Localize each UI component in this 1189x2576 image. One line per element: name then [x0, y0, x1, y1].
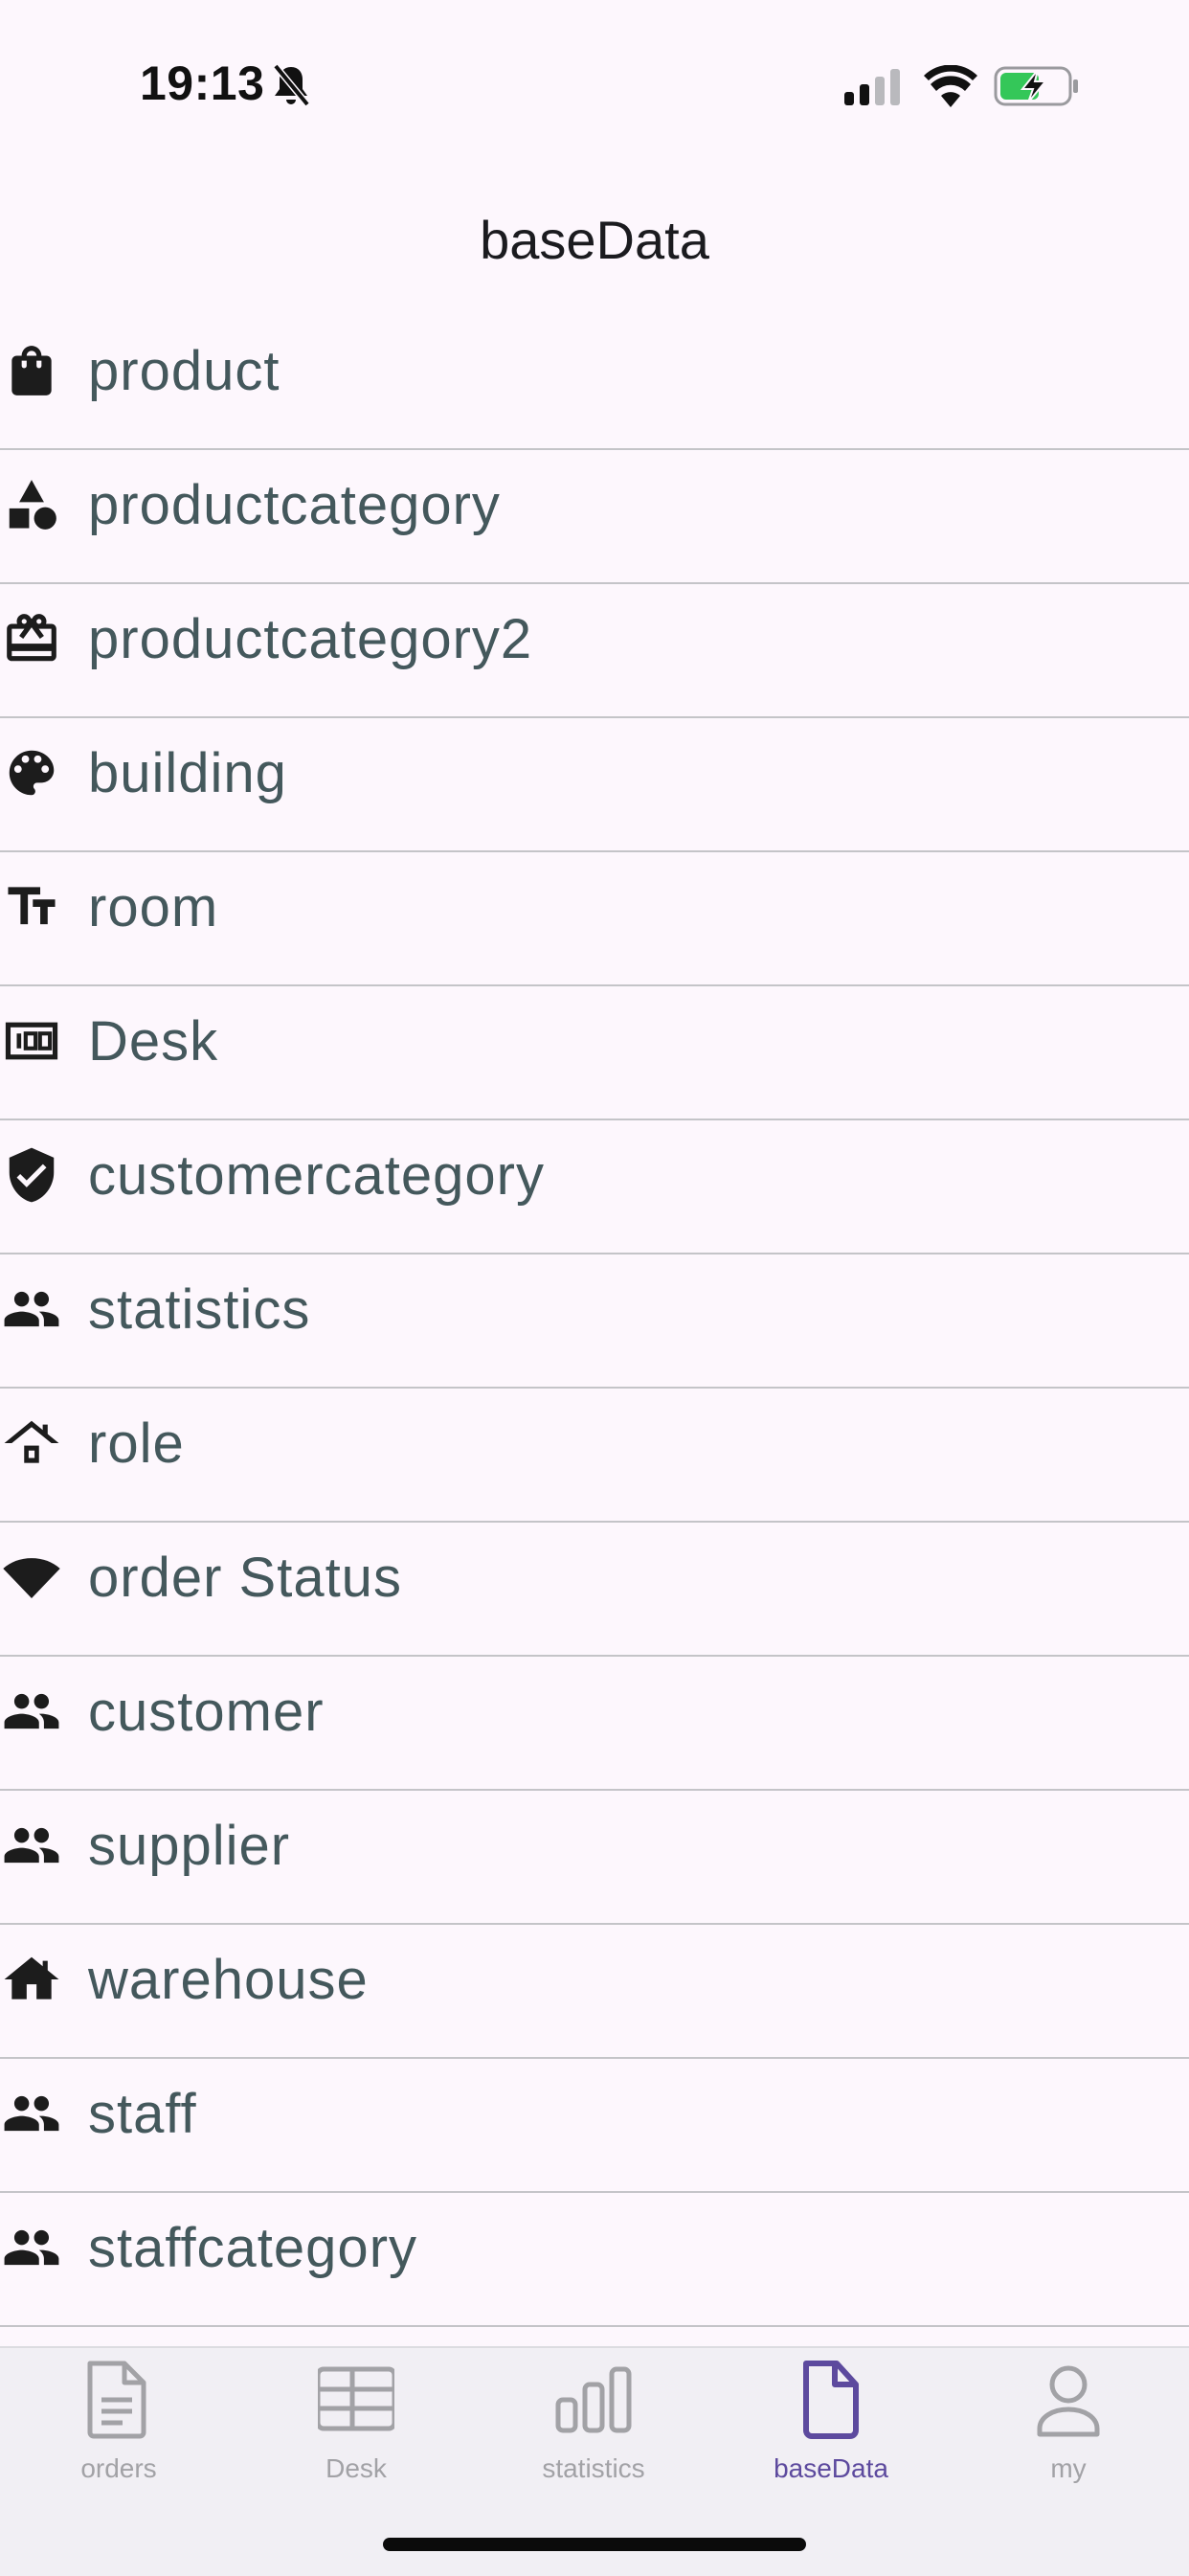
status-time: 19:13	[140, 56, 265, 110]
list-item-label: productcategory	[88, 474, 501, 536]
tab-basedata[interactable]: baseData	[712, 2348, 950, 2492]
battery-charging-icon	[994, 65, 1080, 107]
home-icon	[2, 1950, 61, 2009]
list-item-productcategory2[interactable]: productcategory2	[0, 584, 1189, 718]
list-item-label: supplier	[88, 1815, 291, 1877]
list-item-productcategory[interactable]: productcategory	[0, 450, 1189, 584]
house-outline-icon	[2, 1413, 61, 1473]
tab-label: orders	[80, 2453, 157, 2483]
tab-label: statistics	[542, 2453, 645, 2483]
list-item-label: staff	[88, 2083, 197, 2145]
list-item-label: warehouse	[88, 1949, 369, 2011]
shopping-bag-icon	[2, 341, 61, 400]
people-icon	[2, 2084, 61, 2143]
tab-orders[interactable]: orders	[0, 2348, 237, 2492]
list-item-customercategory[interactable]: customercategory	[0, 1120, 1189, 1254]
list-item-label: room	[88, 876, 219, 938]
palette-icon	[2, 743, 61, 802]
list-item-label: customer	[88, 1681, 325, 1743]
list-item-label: product	[88, 340, 280, 402]
cellular-signal-icon	[842, 67, 906, 109]
list-item-label: building	[88, 742, 287, 804]
verified-shield-icon	[2, 1145, 61, 1205]
tab-my[interactable]: my	[950, 2348, 1187, 2492]
list-item-label: productcategory2	[88, 608, 533, 670]
base-data-list: product productcategory productcategory2…	[0, 316, 1189, 2327]
document-icon	[80, 2358, 157, 2440]
people-icon	[2, 1682, 61, 1741]
tab-label: my	[1050, 2453, 1087, 2483]
category-shapes-icon	[2, 475, 61, 534]
list-item-product[interactable]: product	[0, 316, 1189, 450]
tab-desk[interactable]: Desk	[237, 2348, 475, 2492]
tab-label: baseData	[774, 2453, 888, 2483]
card-giftcard-icon	[2, 609, 61, 668]
people-icon	[2, 1279, 61, 1339]
list-item-statistics[interactable]: statistics	[0, 1254, 1189, 1389]
list-item-building[interactable]: building	[0, 718, 1189, 852]
list-item-staffcategory[interactable]: staffcategory	[0, 2193, 1189, 2327]
counter-100-icon	[2, 1011, 61, 1071]
list-item-role[interactable]: role	[0, 1389, 1189, 1523]
list-item-label: customercategory	[88, 1144, 545, 1207]
text-fields-icon	[2, 877, 61, 937]
list-item-label: staffcategory	[88, 2217, 418, 2279]
list-item-desk[interactable]: Desk	[0, 986, 1189, 1120]
table-grid-icon	[318, 2358, 394, 2440]
list-item-label: role	[88, 1412, 185, 1475]
tab-label: Desk	[325, 2453, 387, 2483]
page-title: baseData	[480, 210, 709, 270]
list-item-room[interactable]: room	[0, 852, 1189, 986]
tab-statistics[interactable]: statistics	[475, 2348, 712, 2492]
wifi-fan-icon	[2, 1548, 61, 1607]
wifi-icon	[923, 64, 978, 109]
status-bar: 19:13	[0, 0, 1189, 144]
list-item-label: order Status	[88, 1547, 402, 1609]
list-item-staff[interactable]: staff	[0, 2059, 1189, 2193]
list-item-order-status[interactable]: order Status	[0, 1523, 1189, 1657]
people-icon	[2, 1816, 61, 1875]
list-item-warehouse[interactable]: warehouse	[0, 1925, 1189, 2059]
list-item-label: Desk	[88, 1010, 219, 1073]
people-icon	[2, 2218, 61, 2277]
list-item-supplier[interactable]: supplier	[0, 1791, 1189, 1925]
home-indicator	[383, 2538, 806, 2551]
person-icon	[1030, 2358, 1107, 2440]
list-item-customer[interactable]: customer	[0, 1657, 1189, 1791]
list-item-label: statistics	[88, 1278, 311, 1341]
bell-slash-icon	[271, 63, 311, 107]
file-icon	[793, 2358, 869, 2440]
bar-chart-icon	[555, 2358, 632, 2440]
